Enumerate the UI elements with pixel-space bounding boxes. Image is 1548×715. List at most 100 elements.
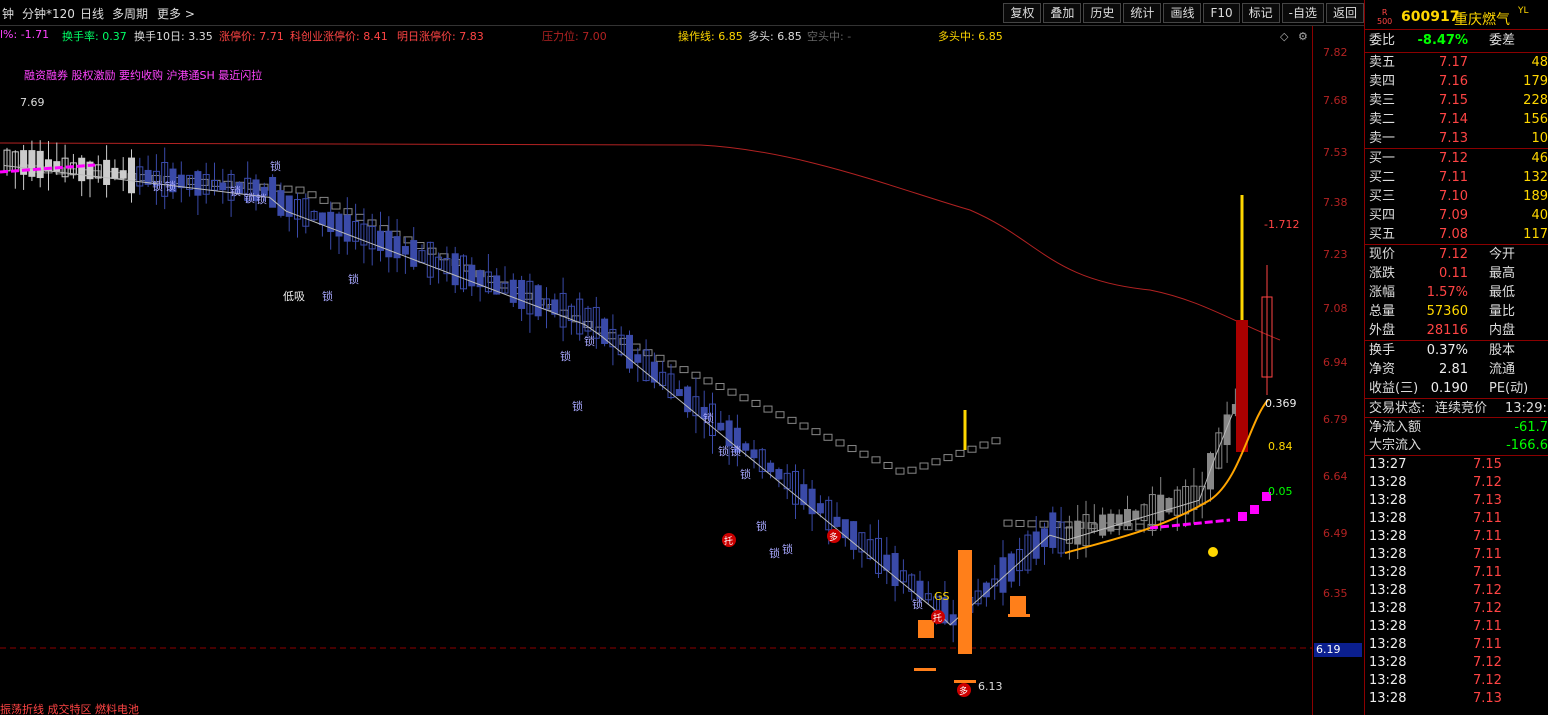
trend-block bbox=[883, 461, 893, 469]
lock-label: 锁 bbox=[165, 179, 176, 193]
lock-label: 锁 bbox=[730, 444, 741, 458]
period-daily-tab[interactable]: 日线 bbox=[80, 5, 104, 22]
candle-body bbox=[1223, 414, 1231, 446]
trend-block bbox=[1135, 523, 1145, 531]
back-button[interactable]: 返回 bbox=[1325, 3, 1364, 23]
period-120min-tab[interactable]: 分钟*120 bbox=[22, 5, 75, 22]
lock-label: 锁 bbox=[769, 546, 780, 560]
trend-block bbox=[739, 394, 749, 402]
gear-icon: ⚙ bbox=[1298, 30, 1308, 43]
more-menu[interactable]: 更多 > bbox=[157, 5, 195, 22]
stats-button[interactable]: 统计 bbox=[1123, 3, 1162, 23]
bull-indicator: 多头: 6.85 bbox=[748, 30, 802, 43]
candle-body bbox=[36, 150, 44, 179]
bull-signal: 多 bbox=[829, 531, 838, 543]
trend-block bbox=[283, 185, 293, 193]
period-minute-tab[interactable]: 钟 bbox=[2, 5, 14, 22]
candle-body bbox=[119, 170, 127, 179]
lock-label: 锁 bbox=[322, 289, 333, 303]
stat-row: 涨幅 1.57% 最低 bbox=[1369, 285, 1516, 300]
lock-label: 锁 bbox=[718, 444, 729, 458]
trend-block bbox=[967, 445, 977, 453]
trend-block bbox=[667, 360, 677, 368]
candle-body bbox=[534, 285, 542, 317]
stat-row: 净资 2.81 流通 bbox=[1369, 362, 1516, 377]
ma-short-line bbox=[3, 164, 1233, 626]
orange-signal-block bbox=[1010, 596, 1026, 616]
draw-line-button[interactable]: 画线 bbox=[1163, 3, 1202, 23]
lock-label: 锁 bbox=[703, 411, 714, 425]
candlestick-chart[interactable]: 7.69 6.13 -1.712 0.369 0.84 0.05 低吸 GS 振荡折线 成交特区… bbox=[0, 26, 1312, 715]
indicator-value-1: -1.712 bbox=[1264, 218, 1299, 231]
remove-watchlist-button[interactable]: -自选 bbox=[1281, 3, 1324, 23]
trend-block bbox=[655, 354, 665, 362]
star-limit-indicator: 科创业涨停价: 8.41 bbox=[290, 30, 388, 43]
trend-block bbox=[1027, 520, 1037, 528]
adjust-button[interactable]: 复权 bbox=[1003, 3, 1042, 23]
trend-block bbox=[823, 433, 833, 441]
lock-label: 锁 bbox=[572, 399, 583, 413]
y-tick-label: 7.23 bbox=[1323, 248, 1348, 261]
tick-row: 13:28 7.11 bbox=[1369, 529, 1502, 544]
lock-label: 锁 bbox=[244, 191, 255, 205]
stat-row: 外盘 28116 内盘 bbox=[1369, 323, 1516, 338]
candle-body bbox=[78, 157, 86, 182]
trend-block bbox=[355, 213, 365, 221]
y-tick-label: 6.35 bbox=[1323, 587, 1348, 600]
tick-row: 13:28 7.11 bbox=[1369, 511, 1502, 526]
tick-row: 13:28 7.12 bbox=[1369, 583, 1502, 598]
stock-name[interactable]: 重庆燃气 bbox=[1454, 9, 1510, 29]
trend-block bbox=[979, 441, 989, 449]
candle-body bbox=[767, 462, 775, 473]
candle-body bbox=[1132, 510, 1140, 520]
candle-body bbox=[1207, 453, 1214, 490]
trend-block bbox=[379, 225, 389, 233]
history-button[interactable]: 历史 bbox=[1083, 3, 1122, 23]
multi-period-tab[interactable]: 多周期 bbox=[112, 5, 148, 22]
candle-body bbox=[1157, 494, 1165, 521]
y-tick-label: 7.68 bbox=[1323, 94, 1348, 107]
trend-block bbox=[835, 439, 845, 447]
trend-block bbox=[799, 422, 809, 430]
orange-base bbox=[1008, 614, 1030, 617]
y-tick-label: 6.64 bbox=[1323, 470, 1348, 483]
candle-body bbox=[1049, 512, 1057, 548]
candle-body bbox=[601, 318, 609, 344]
ask-row: 卖四 7.16 179 bbox=[1369, 74, 1548, 89]
high-price-label: 7.69 bbox=[20, 96, 45, 109]
tick-row: 13:28 7.11 bbox=[1369, 547, 1502, 562]
tick-row: 13:28 7.11 bbox=[1369, 637, 1502, 652]
trend-block bbox=[703, 377, 713, 385]
yellow-dot bbox=[1208, 547, 1218, 557]
candle-body bbox=[1099, 514, 1107, 536]
ask-row: 卖五 7.17 48 bbox=[1369, 55, 1548, 70]
net-inflow-row: 净流入额 -61.7 bbox=[1365, 417, 1548, 436]
lock-label: 锁 bbox=[230, 184, 241, 198]
stat-row: 涨跌 0.11 最高 bbox=[1369, 266, 1516, 281]
trend-block bbox=[295, 186, 305, 194]
trend-block bbox=[787, 416, 797, 424]
overlay-button[interactable]: 叠加 bbox=[1043, 3, 1082, 23]
bull-signal: 多 bbox=[959, 685, 968, 697]
low-price-label: 6.13 bbox=[978, 680, 1003, 693]
stats-block-2: 换手 0.37% 股本 净资 2.81 流通 收益(三) 0.190 PE(动) bbox=[1365, 340, 1548, 398]
y-tick-label: 6.49 bbox=[1323, 527, 1348, 540]
candle-body bbox=[891, 553, 899, 587]
turnover-indicator: 换手率: 0.37 bbox=[62, 30, 127, 43]
candle-body bbox=[401, 246, 409, 255]
y-tick-label: 7.82 bbox=[1323, 46, 1348, 59]
concept-tags: 融资融券 股权激励 要约收购 沪港通SH 最近闪拉 bbox=[24, 69, 263, 82]
trend-block bbox=[931, 458, 941, 466]
indicator-value-2: 0.369 bbox=[1265, 397, 1297, 410]
mark-button[interactable]: 标记 bbox=[1241, 3, 1280, 23]
candle-body bbox=[385, 230, 393, 258]
tick-row: 13:28 7.12 bbox=[1369, 475, 1502, 490]
tick-row: 13:28 7.12 bbox=[1369, 601, 1502, 616]
tick-row: 13:28 7.11 bbox=[1369, 565, 1502, 580]
ask-row: 卖三 7.15 228 bbox=[1369, 93, 1548, 108]
trend-block bbox=[319, 196, 329, 204]
candle-body bbox=[816, 503, 824, 514]
tick-list[interactable]: 13:27 7.15 13:28 7.12 13:28 7.13 13:28 7.11 13:2… bbox=[1365, 455, 1548, 708]
candle-body bbox=[1107, 513, 1115, 532]
f10-button[interactable]: F10 bbox=[1203, 3, 1240, 23]
